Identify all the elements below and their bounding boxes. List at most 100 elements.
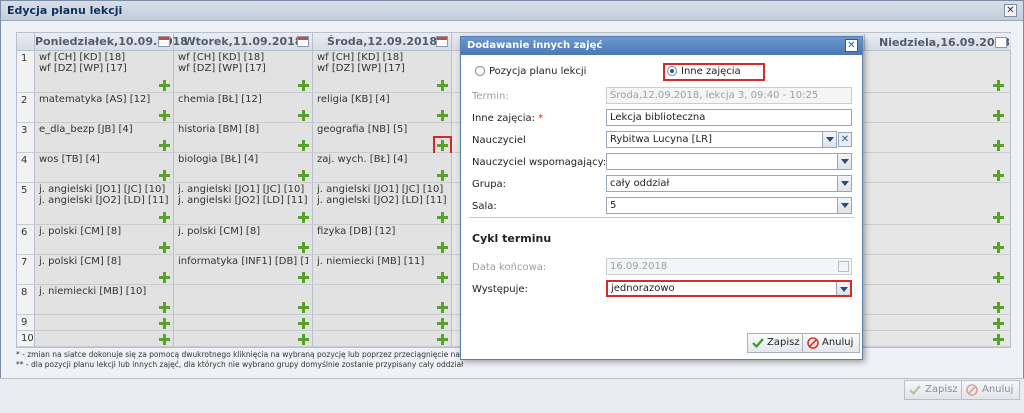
lesson-number: 5 [17, 183, 35, 224]
add-icon[interactable] [993, 272, 1004, 283]
schedule-cell[interactable]: wf [CH] [KD] [18] wf [DZ] [WP] [17] [35, 51, 174, 92]
add-icon[interactable] [437, 170, 448, 181]
add-icon[interactable] [298, 212, 309, 223]
other-activity-input[interactable]: Lekcja biblioteczna [606, 109, 852, 126]
add-icon[interactable] [298, 110, 309, 121]
add-icon[interactable] [159, 334, 170, 345]
add-icon[interactable] [993, 170, 1004, 181]
dialog-save-button[interactable]: Zapisz [747, 333, 807, 353]
add-icon[interactable] [298, 318, 309, 329]
schedule-cell[interactable]: wf [CH] [KD] [18] wf [DZ] [WP] [17] [313, 51, 452, 92]
add-icon[interactable] [159, 140, 170, 151]
schedule-cell[interactable]: j. polski [CM] [8] [35, 255, 174, 284]
schedule-cell[interactable]: j. polski [CM] [8] [35, 225, 174, 254]
schedule-cell[interactable]: matematyka [AS] [12] [35, 93, 174, 122]
add-icon[interactable] [993, 140, 1004, 151]
add-icon[interactable] [159, 110, 170, 121]
radio-icon [475, 66, 485, 76]
schedule-cell[interactable]: chemia [BŁ] [12] [174, 93, 313, 122]
calendar-icon[interactable] [436, 36, 448, 47]
add-icon[interactable] [437, 334, 448, 345]
schedule-cell[interactable]: j. angielski [JO1] [JC] [10] j. angielski… [35, 183, 174, 224]
assistant-teacher-select[interactable] [606, 153, 852, 170]
schedule-cell[interactable] [313, 315, 452, 330]
lesson-entry: wf [DZ] [WP] [17] [317, 63, 405, 74]
schedule-cell[interactable] [35, 315, 174, 330]
add-icon[interactable] [437, 302, 448, 313]
schedule-cell[interactable] [313, 285, 452, 314]
calendar-icon[interactable] [995, 37, 1007, 48]
schedule-cell[interactable] [35, 331, 174, 346]
lesson-entry: wf [CH] [KD] [18] [39, 52, 126, 63]
occurs-select[interactable]: jednorazowo [606, 280, 852, 297]
schedule-cell[interactable]: religia [KB] [4] [313, 93, 452, 122]
add-icon[interactable] [298, 334, 309, 345]
schedule-cell[interactable]: zaj. wych. [BŁ] [4] [313, 153, 452, 182]
schedule-cell[interactable]: geografia [NB] [5] [313, 123, 452, 155]
add-icon[interactable] [298, 80, 309, 91]
radio-other-activities[interactable]: Inne zajęcia [667, 66, 741, 77]
schedule-cell[interactable]: historia [BM] [8] [174, 123, 313, 152]
add-icon[interactable] [437, 272, 448, 283]
add-icon[interactable] [993, 318, 1004, 329]
chevron-down-icon[interactable] [837, 154, 851, 169]
add-icon[interactable] [298, 140, 309, 151]
calendar-icon[interactable] [158, 36, 170, 47]
add-icon[interactable] [993, 212, 1004, 223]
close-icon[interactable]: ✕ [1004, 4, 1017, 17]
schedule-cell[interactable]: informatyka [INF1] [DB] [15] [174, 255, 313, 284]
add-icon[interactable] [437, 80, 448, 91]
room-select[interactable]: 5 [606, 197, 852, 214]
radio-lesson-position[interactable]: Pozycja planu lekcji [475, 66, 586, 77]
add-icon[interactable] [993, 80, 1004, 91]
dialog-cancel-button[interactable]: Anuluj [802, 333, 861, 353]
add-icon[interactable] [433, 136, 452, 155]
add-icon[interactable] [298, 170, 309, 181]
schedule-cell[interactable] [174, 315, 313, 330]
add-icon[interactable] [298, 302, 309, 313]
add-icon[interactable] [993, 110, 1004, 121]
add-icon[interactable] [993, 242, 1004, 253]
add-icon[interactable] [437, 318, 448, 329]
chevron-down-icon[interactable] [837, 176, 851, 191]
add-icon[interactable] [159, 212, 170, 223]
add-icon[interactable] [159, 302, 170, 313]
schedule-cell[interactable] [174, 331, 313, 346]
add-icon[interactable] [298, 272, 309, 283]
add-icon[interactable] [159, 170, 170, 181]
schedule-cell[interactable]: j. polski [CM] [8] [174, 225, 313, 254]
lesson-entry: informatyka [INF1] [DB] [15] [178, 256, 308, 267]
schedule-cell[interactable] [174, 285, 313, 314]
chevron-down-icon[interactable] [836, 282, 850, 295]
schedule-cell[interactable]: j. angielski [JO1] [JC] [10] j. angielski… [313, 183, 452, 224]
add-icon[interactable] [437, 242, 448, 253]
add-icon[interactable] [993, 302, 1004, 313]
lesson-number: 9 [17, 315, 35, 330]
add-icon[interactable] [159, 318, 170, 329]
schedule-cell[interactable]: j. niemiecki [MB] [10] [35, 285, 174, 314]
schedule-cell[interactable]: j. angielski [JO1] [JC] [10] j. angielski… [174, 183, 313, 224]
schedule-cell[interactable]: e_dla_bezp [JB] [4] [35, 123, 174, 152]
chevron-down-icon[interactable] [822, 132, 836, 147]
dialog-close-icon[interactable]: ✕ [845, 39, 858, 52]
add-icon[interactable] [159, 80, 170, 91]
add-icon[interactable] [437, 212, 448, 223]
add-icon[interactable] [993, 334, 1004, 345]
calendar-icon[interactable] [297, 36, 309, 47]
save-button[interactable]: Zapisz [904, 380, 965, 400]
schedule-cell[interactable]: fizyka [DB] [12] [313, 225, 452, 254]
chevron-down-icon[interactable] [837, 198, 851, 213]
add-icon[interactable] [159, 242, 170, 253]
group-select[interactable]: cały oddział [606, 175, 852, 192]
teacher-select[interactable]: Rybitwa Lucyna [LR] [606, 131, 837, 148]
add-icon[interactable] [159, 272, 170, 283]
schedule-cell[interactable]: wf [CH] [KD] [18] wf [DZ] [WP] [17] [174, 51, 313, 92]
add-icon[interactable] [437, 110, 448, 121]
cancel-button[interactable]: Anuluj [961, 380, 1021, 400]
schedule-cell[interactable] [313, 331, 452, 346]
schedule-cell[interactable]: biologia [BŁ] [4] [174, 153, 313, 182]
schedule-cell[interactable]: wos [TB] [4] [35, 153, 174, 182]
clear-teacher-icon[interactable]: ✕ [838, 132, 852, 147]
schedule-cell[interactable]: j. niemiecki [MB] [11] [313, 255, 452, 284]
add-icon[interactable] [298, 242, 309, 253]
